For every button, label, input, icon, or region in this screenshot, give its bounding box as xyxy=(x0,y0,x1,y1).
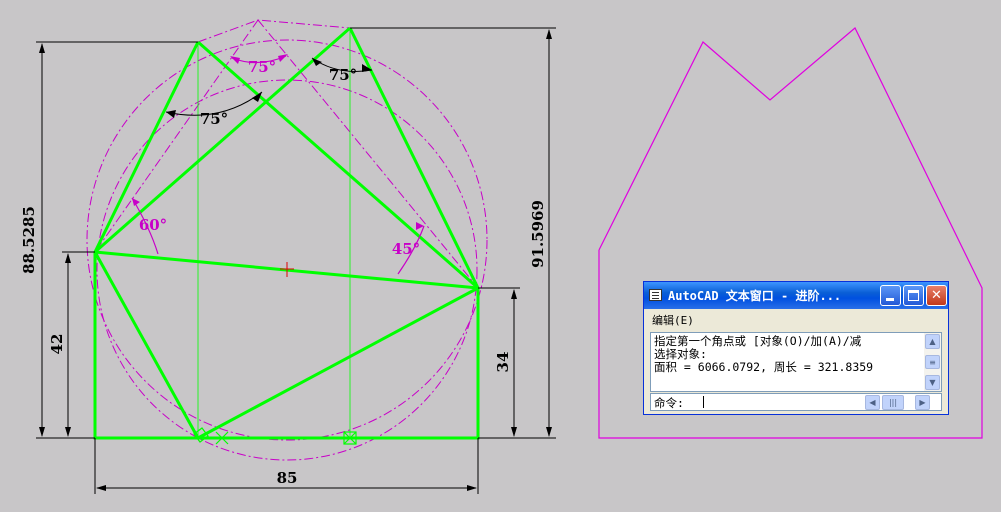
maximize-button[interactable] xyxy=(903,285,924,306)
lower-left-line[interactable] xyxy=(93,251,200,439)
construction-diagonal-right xyxy=(257,19,479,289)
angle-left-mid: 60° xyxy=(139,216,167,234)
scroll-down-button[interactable]: ▼ xyxy=(925,375,940,390)
minimize-button[interactable] xyxy=(880,285,901,306)
construction-verticals xyxy=(197,28,351,438)
close-button[interactable]: ✕ xyxy=(926,285,947,306)
outer-construction-circle xyxy=(86,39,488,441)
snap-markers xyxy=(193,427,357,445)
menu-edit[interactable]: 编辑(E) xyxy=(652,312,694,328)
dim-right-low-height: 34 xyxy=(494,352,512,373)
construction-circles xyxy=(86,19,488,461)
dim-left-low-height: 42 xyxy=(48,334,66,355)
autocad-text-window[interactable]: AutoCAD 文本窗口 - 进阶... ✕ 编辑(E) 指定第一个角点或 [对… xyxy=(643,281,949,415)
vertical-scrollbar[interactable]: ▲ ≡ ▼ xyxy=(924,333,941,391)
command-prompt: 命令: xyxy=(654,396,684,410)
chevron-down-icon: ▼ xyxy=(929,378,936,387)
dim-left-height: 88.5285 xyxy=(20,206,38,274)
cad-drawing-canvas[interactable]: 85 88.5285 42 91.5969 34 75° 75° 75° 60°… xyxy=(0,0,1001,512)
lower-right-line[interactable] xyxy=(197,286,479,440)
command-line[interactable]: 命令: ◀ ||| ▶ xyxy=(650,393,942,411)
scroll-thumb[interactable]: ≡ xyxy=(925,355,940,369)
angle-upper-left: 75° xyxy=(200,110,228,128)
construction-diagonal-left xyxy=(94,19,259,253)
scroll-left-button[interactable]: ◀ xyxy=(865,395,880,410)
chevron-left-icon: ◀ xyxy=(869,398,876,407)
close-icon: ✕ xyxy=(931,288,942,303)
scroll-up-button[interactable]: ▲ xyxy=(925,334,940,349)
text-window-menubar: 编辑(E) xyxy=(644,309,948,331)
maximize-icon xyxy=(908,290,919,301)
angle-top-right: 75° xyxy=(329,66,357,84)
chevron-up-icon: ▲ xyxy=(929,337,936,346)
base-outline[interactable] xyxy=(93,252,480,440)
text-window-titlebar[interactable]: AutoCAD 文本窗口 - 进阶... ✕ xyxy=(644,282,948,309)
minimize-icon xyxy=(886,298,894,301)
horizontal-scrollbar[interactable]: ◀ ||| ▶ xyxy=(865,395,931,410)
grip-icon: ≡ xyxy=(929,358,936,367)
angle-top-middle: 75° xyxy=(248,58,276,76)
history-line: 面积 = 6066.0792, 周长 = 321.8359 xyxy=(654,360,874,374)
chevron-right-icon: ▶ xyxy=(919,398,926,407)
scroll-right-button[interactable]: ▶ xyxy=(915,395,930,410)
text-caret xyxy=(703,396,704,408)
apex-construction-lines xyxy=(197,19,351,43)
text-window-title: AutoCAD 文本窗口 - 进阶... xyxy=(668,289,842,303)
center-mark xyxy=(280,262,294,277)
hscroll-thumb[interactable]: ||| xyxy=(882,395,904,410)
dim-right-height: 91.5969 xyxy=(529,200,547,268)
app-icon[interactable] xyxy=(649,289,662,301)
angle-right-mid: 45° xyxy=(392,240,420,258)
grip-icon: ||| xyxy=(888,398,898,407)
dim-total-width: 85 xyxy=(277,469,298,487)
text-window-history[interactable]: 指定第一个角点或 [对象(O)/加(A)/减 选择对象: 面积 = 6066.0… xyxy=(650,332,942,392)
